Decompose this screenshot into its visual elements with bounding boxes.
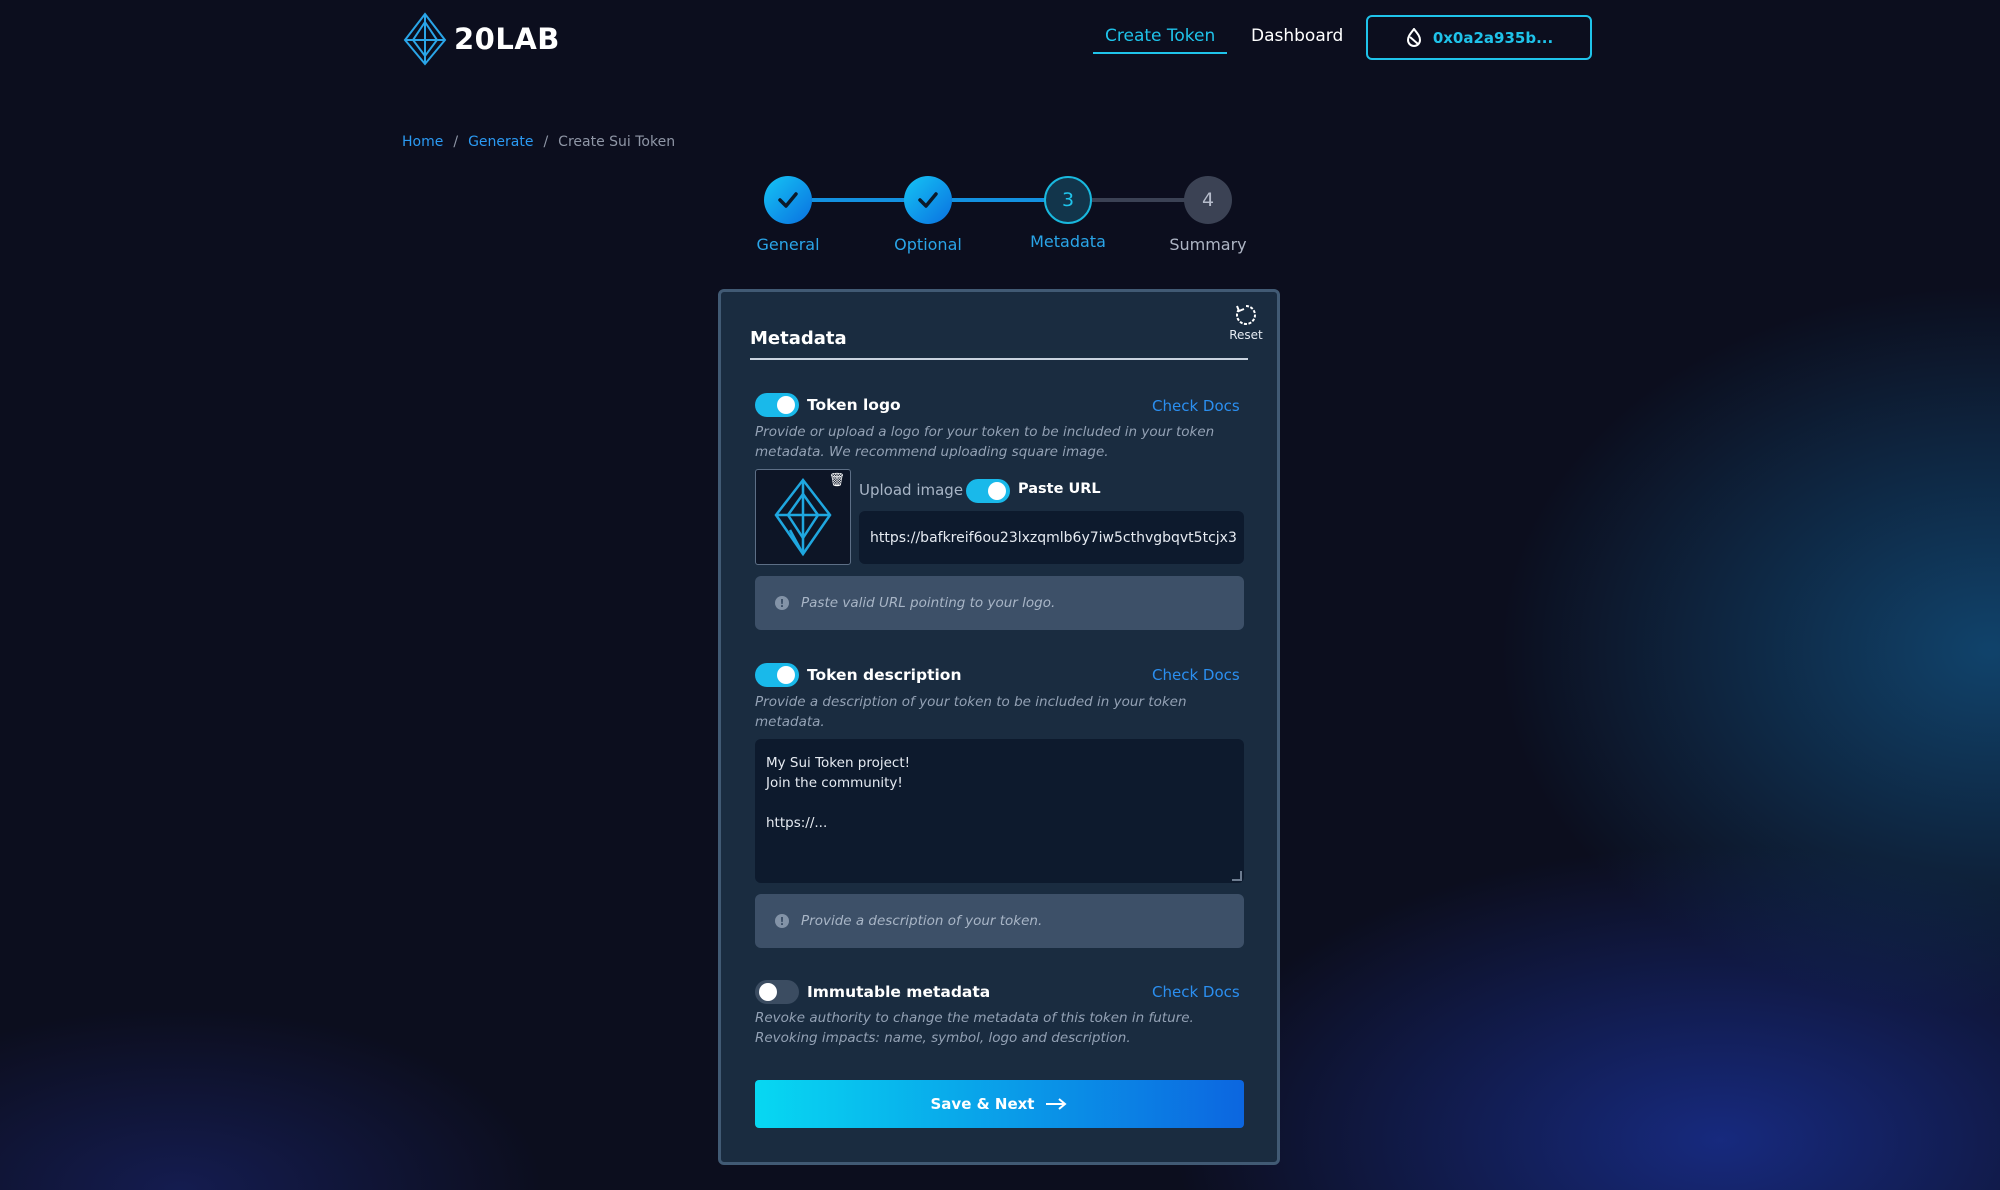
card-title: Metadata (750, 328, 847, 349)
breadcrumb-home[interactable]: Home (402, 134, 443, 150)
reset-label: Reset (1229, 328, 1263, 342)
token-logo-toggle[interactable] (755, 393, 799, 417)
breadcrumb-separator: / (453, 134, 459, 150)
token-logo-help: Provide or upload a logo for your token … (755, 424, 1215, 460)
divider (750, 358, 1248, 360)
immutable-metadata-docs-link[interactable]: Check Docs (1152, 983, 1240, 1001)
diamond-logo-icon (403, 12, 447, 66)
upload-image-label[interactable]: Upload image (859, 481, 963, 499)
token-description-docs-link[interactable]: Check Docs (1152, 666, 1240, 684)
description-line: Join the community! (766, 775, 903, 791)
token-description-title: Token description (807, 666, 962, 684)
step-label-optional: Optional (894, 235, 962, 254)
wallet-address: 0x0a2a935b... (1432, 28, 1554, 47)
wallet-button[interactable]: 0x0a2a935b... (1366, 15, 1592, 60)
token-description-textarea[interactable]: My Sui Token project! Join the community… (755, 739, 1244, 883)
step-metadata[interactable]: 3 (1044, 176, 1092, 224)
breadcrumb-separator: / (543, 134, 549, 150)
trash-icon[interactable]: 🗑 (828, 473, 845, 488)
nav-create-token[interactable]: Create Token (1093, 26, 1228, 54)
save-next-button[interactable]: Save & Next (755, 1080, 1244, 1128)
step-label-summary: Summary (1169, 235, 1247, 254)
description-hint: ! Provide a description of your token. (755, 894, 1244, 948)
immutable-metadata-title: Immutable metadata (807, 983, 991, 1001)
breadcrumb-current: Create Sui Token (558, 134, 676, 150)
reset-button[interactable]: Reset (1228, 303, 1264, 342)
brand-name: 20LAB (454, 22, 560, 56)
step-connector (952, 198, 1046, 202)
step-label-metadata: Metadata (1030, 232, 1106, 251)
check-icon (918, 192, 938, 208)
info-icon: ! (775, 914, 789, 928)
token-logo-docs-link[interactable]: Check Docs (1152, 397, 1240, 415)
token-logo-title: Token logo (807, 396, 901, 414)
paste-url-toggle[interactable] (966, 479, 1010, 503)
step-connector (812, 198, 906, 202)
logo-preview: 🗑 (755, 469, 851, 565)
logo-url-input[interactable]: https://bafkreif6ou23lxzqmlb6y7iw5cthvgb… (859, 511, 1244, 564)
step-connector (1092, 198, 1186, 202)
logo-url-hint-text: Paste valid URL pointing to your logo. (801, 595, 1056, 611)
description-line: https://... (766, 815, 828, 831)
save-next-label: Save & Next (930, 1095, 1035, 1113)
arrow-right-icon (1046, 1098, 1068, 1110)
logo-url-hint: ! Paste valid URL pointing to your logo. (755, 576, 1244, 630)
check-icon (778, 192, 798, 208)
token-description-help: Provide a description of your token to b… (755, 694, 1187, 730)
info-icon: ! (775, 596, 789, 610)
breadcrumb-generate[interactable]: Generate (468, 134, 533, 150)
paste-url-label: Paste URL (1018, 481, 1101, 497)
resize-handle-icon[interactable] (1232, 871, 1242, 881)
step-label-general: General (756, 235, 820, 254)
description-hint-text: Provide a description of your token. (801, 913, 1043, 929)
nav-dashboard[interactable]: Dashboard (1251, 26, 1343, 46)
step-general[interactable] (764, 176, 812, 224)
immutable-metadata-help: Revoke authority to change the metadata … (755, 1010, 1194, 1046)
brand-logo[interactable]: 20LAB (402, 12, 560, 66)
breadcrumb: Home / Generate / Create Sui Token (402, 134, 675, 150)
description-line: My Sui Token project! (766, 755, 911, 771)
reset-icon (1236, 305, 1256, 325)
token-description-toggle[interactable] (755, 663, 799, 687)
step-summary[interactable]: 4 (1184, 176, 1232, 224)
step-optional[interactable] (904, 176, 952, 224)
sui-drop-icon (1406, 27, 1421, 47)
immutable-metadata-toggle[interactable] (755, 980, 799, 1004)
description-line (766, 793, 1233, 813)
